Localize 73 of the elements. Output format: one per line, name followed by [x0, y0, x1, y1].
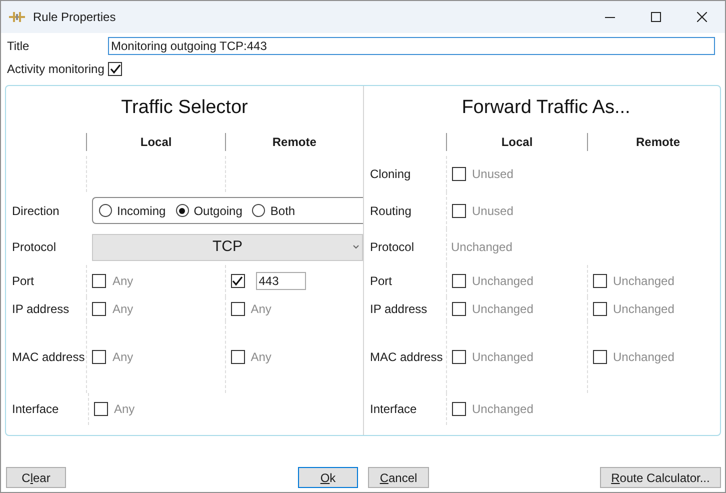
option-text: Unused	[472, 166, 514, 183]
row-label: Protocol	[369, 239, 416, 256]
option-text: Any	[250, 349, 272, 366]
radio-button[interactable]	[252, 204, 266, 217]
row-label: Routing	[369, 202, 412, 220]
checkbox[interactable]	[452, 402, 466, 416]
option-text: Unchanged	[472, 301, 534, 318]
checkbox[interactable]	[452, 274, 466, 288]
column-header: Remote	[272, 134, 316, 151]
column-header: Local	[140, 134, 172, 151]
option-text: Any	[250, 301, 272, 318]
row-label: Port	[11, 273, 36, 290]
option-text: Unchanged	[472, 273, 534, 290]
dialog-button[interactable]: Clear	[6, 467, 66, 488]
row-label: Interface	[11, 401, 60, 418]
value-text: Unchanged	[451, 239, 512, 256]
radio-button[interactable]	[176, 204, 189, 217]
row-label: Protocol	[11, 239, 58, 256]
section-heading: Traffic Selector	[120, 96, 249, 120]
checkbox[interactable]	[108, 62, 122, 76]
minimize-icon	[605, 16, 615, 18]
radio-label: Incoming	[117, 202, 166, 220]
window-title: Rule Properties	[33, 9, 116, 26]
close-icon	[697, 12, 707, 22]
option-text: Unchanged	[613, 349, 674, 366]
checkbox[interactable]	[94, 402, 108, 416]
radio-label: Outgoing	[194, 202, 242, 220]
dialog-button[interactable]: Ok	[298, 467, 358, 488]
checkbox[interactable]	[230, 302, 245, 316]
row-label: MAC address	[11, 349, 86, 366]
checkbox[interactable]	[593, 350, 607, 364]
row-label: MAC address	[369, 349, 444, 366]
checkbox[interactable]	[230, 274, 245, 288]
row-label: Direction	[11, 202, 60, 220]
title-label: Title	[6, 38, 30, 55]
radio-label: Both	[270, 202, 296, 220]
column-header: Local	[501, 134, 533, 151]
option-text: Unchanged	[472, 349, 534, 366]
row-label: IP address	[369, 301, 428, 318]
row-label: Cloning	[369, 166, 412, 183]
option-text: Any	[112, 301, 134, 318]
row-label: IP address	[11, 301, 70, 318]
activity-monitoring-label: Activity monitoring	[6, 61, 104, 78]
option-text: Unused	[472, 202, 514, 220]
checkbox[interactable]	[452, 167, 466, 181]
radio-button[interactable]	[99, 204, 112, 217]
port-input[interactable]: 443	[256, 272, 306, 290]
option-text: Unchanged	[472, 401, 534, 418]
option-text: Unchanged	[613, 273, 674, 290]
row-label: Interface	[369, 401, 418, 418]
checkbox[interactable]	[593, 274, 607, 288]
dialog-button[interactable]: Cancel	[368, 467, 429, 488]
checkbox[interactable]	[593, 302, 607, 316]
maximize-icon	[651, 12, 661, 22]
chevron-icon	[353, 245, 359, 249]
column-header: Remote	[636, 134, 680, 151]
title-input[interactable]: Monitoring outgoing TCP:443	[108, 37, 715, 55]
checkbox[interactable]	[92, 350, 106, 364]
row-label: Port	[369, 273, 394, 290]
checkbox[interactable]	[230, 350, 245, 364]
option-text: Any	[114, 401, 135, 418]
dialog-button[interactable]: Route Calculator...	[600, 467, 721, 488]
checkbox[interactable]	[92, 302, 106, 316]
option-text: Any	[112, 349, 134, 366]
section-heading: Forward Traffic As...	[460, 96, 632, 120]
option-text: Unchanged	[613, 301, 674, 318]
checkbox[interactable]	[452, 302, 466, 316]
protocol-dropdown[interactable]: TCP	[92, 234, 363, 260]
option-text: Any	[112, 273, 134, 290]
checkbox[interactable]	[92, 274, 106, 288]
app-icon	[9, 11, 25, 23]
checkbox[interactable]	[452, 350, 466, 364]
checkbox[interactable]	[452, 204, 466, 218]
